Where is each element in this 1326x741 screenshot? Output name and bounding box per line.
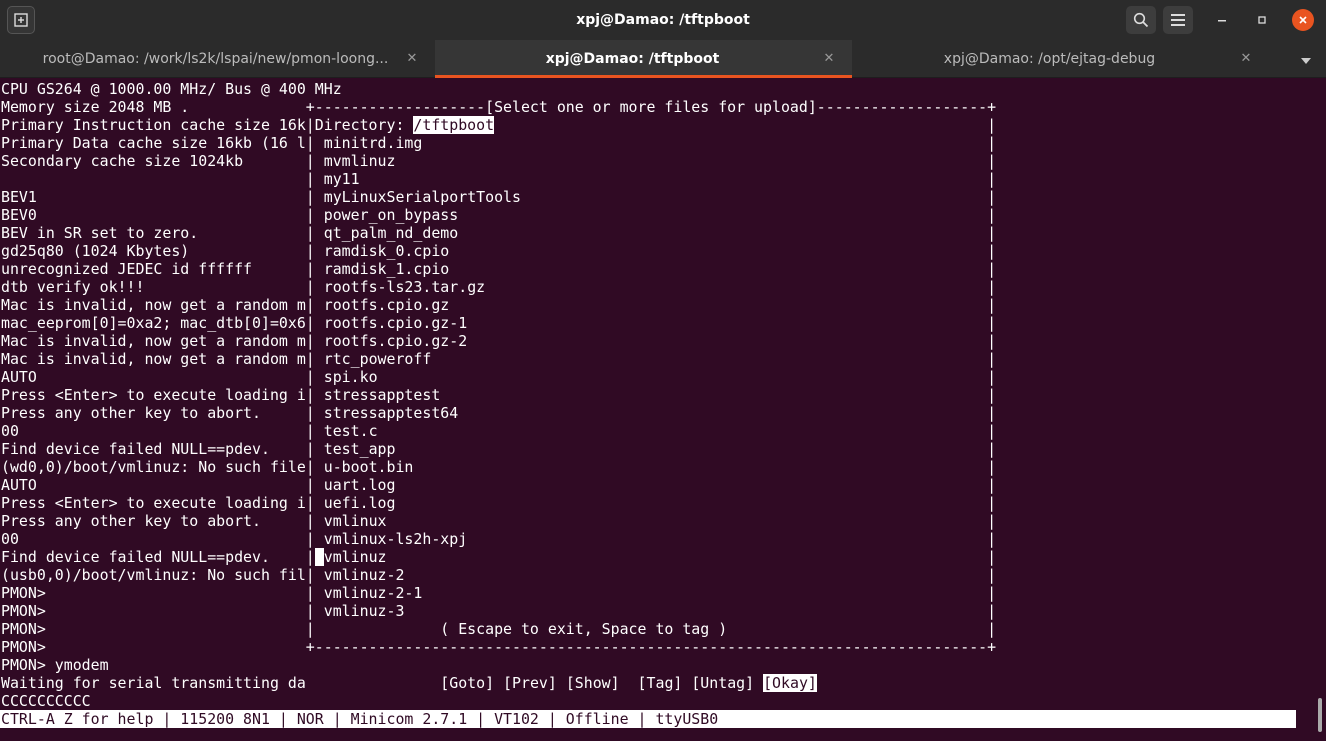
hamburger-menu-icon — [1171, 14, 1185, 26]
terminal-cursor — [314, 548, 324, 566]
terminal-line: PMON> ymodem — [1, 656, 109, 674]
dialog-file-row: Press <Enter> to execute loading i| uefi… — [1, 494, 997, 512]
maximize-button[interactable] — [1250, 8, 1274, 32]
close-icon — [1299, 16, 1307, 24]
dialog-file-row: (usb0,0)/boot/vmlinuz: No such fil| vmli… — [1, 566, 997, 584]
dialog-file-row: Mac is invalid, now get a random m| root… — [1, 296, 997, 314]
tab-label: xpj@Damao: /opt/ejtag-debug — [943, 51, 1156, 67]
scrollbar-thumb[interactable] — [1318, 698, 1322, 732]
file-list-item[interactable]: power_on_bypass — [324, 206, 458, 224]
dialog-file-row: gd25q80 (1024 Kbytes) | ramdisk_0.cpio | — [1, 242, 997, 260]
file-list-item[interactable]: stressapptest64 — [324, 404, 458, 422]
search-icon — [1133, 12, 1149, 28]
terminal-line: CPU GS264 @ 1000.00 MHz/ Bus @ 400 MHz — [1, 80, 342, 98]
title-bar: xpj@Damao: /tftpboot — [0, 0, 1326, 40]
dialog-file-row: unrecognized JEDEC id ffffff | ramdisk_1… — [1, 260, 997, 278]
tab-label: root@Damao: /work/ls2k/lspai/new/pmon-lo… — [42, 51, 389, 67]
dialog-file-row: Primary Data cache size 16kb (16 l| mini… — [1, 134, 997, 152]
terminal-view[interactable]: CPU GS264 @ 1000.00 MHz/ Bus @ 400 MHz Me… — [0, 80, 1310, 741]
minimize-icon — [1218, 20, 1226, 22]
dialog-file-row: AUTO | uart.log | — [1, 476, 997, 494]
file-list-item[interactable]: vmlinuz-2-1 — [324, 584, 423, 602]
file-list-item[interactable]: minitrd.img — [324, 134, 423, 152]
dialog-hint: ( Escape to exit, Space to tag ) — [440, 620, 728, 638]
directory-path-field[interactable]: /tftpboot — [413, 116, 495, 134]
file-list-item[interactable]: ramdisk_0.cpio — [324, 242, 450, 260]
file-list-item[interactable]: vmlinux — [324, 512, 387, 530]
file-list-item[interactable]: vmlinuz-3 — [324, 602, 405, 620]
maximize-icon — [1258, 16, 1266, 24]
dialog-button[interactable]: [Tag] — [638, 674, 683, 692]
file-list-item[interactable]: vmlinuz — [324, 548, 387, 566]
dialog-hint-row: PMON> | ( Escape to exit, Space to tag )… — [1, 620, 997, 638]
file-list-item[interactable]: myLinuxSerialportTools — [324, 188, 521, 206]
file-list-item[interactable]: uart.log — [324, 476, 396, 494]
file-list-item[interactable]: vmlinux-ls2h-xpj — [324, 530, 467, 548]
minimize-button[interactable] — [1210, 8, 1234, 32]
dialog-directory-line: Primary Instruction cache size 16k|Direc… — [1, 116, 997, 134]
dialog-file-row: Find device failed NULL==pdev. | vmlinuz… — [1, 548, 997, 566]
dialog-bottom-border: PMON> +---------------------------------… — [1, 638, 997, 656]
file-list-item[interactable]: rootfs.cpio.gz-2 — [324, 332, 467, 350]
menu-button[interactable] — [1163, 6, 1193, 34]
file-list-item[interactable]: stressapptest — [324, 386, 441, 404]
file-list-item[interactable]: rootfs-ls23.tar.gz — [324, 278, 485, 296]
dialog-file-row: mac_eeprom[0]=0xa2; mac_dtb[0]=0x6| root… — [1, 314, 997, 332]
dialog-file-row: Press <Enter> to execute loading i| stre… — [1, 386, 997, 404]
dialog-file-row: BEV0 | power_on_bypass | — [1, 206, 997, 224]
file-list-item[interactable]: my11 — [324, 170, 360, 188]
dialog-button-row: Waiting for serial transmitting da [Goto… — [1, 674, 817, 692]
dialog-file-row: Mac is invalid, now get a random m| rtc_… — [1, 350, 997, 368]
dialog-file-row: Mac is invalid, now get a random m| root… — [1, 332, 997, 350]
chevron-down-icon — [1301, 58, 1311, 64]
dialog-button[interactable]: [Okay] — [763, 674, 817, 692]
dialog-button[interactable]: [Prev] — [503, 674, 557, 692]
dialog-file-row: | my11 | — [1, 170, 997, 188]
file-list-item[interactable]: ramdisk_1.cpio — [324, 260, 450, 278]
dialog-file-row: 00 | vmlinux-ls2h-xpj | — [1, 530, 997, 548]
file-list-item[interactable]: mvmlinuz — [324, 152, 396, 170]
tab-pmon-loong[interactable]: root@Damao: /work/ls2k/lspai/new/pmon-lo… — [18, 40, 435, 78]
file-list-item[interactable]: rtc_poweroff — [324, 350, 432, 368]
dialog-button[interactable]: [Show] — [566, 674, 620, 692]
dialog-file-row: Press any other key to abort. | vmlinux … — [1, 512, 997, 530]
dialog-top-border: Memory size 2048 MB . +-----------------… — [1, 98, 997, 116]
close-window-button[interactable] — [1292, 9, 1314, 31]
tab-close-icon[interactable]: ✕ — [820, 50, 838, 68]
tab-tftpboot[interactable]: xpj@Damao: /tftpboot ✕ — [435, 40, 852, 78]
file-list-item[interactable]: u-boot.bin — [324, 458, 414, 476]
tab-label: xpj@Damao: /tftpboot — [545, 51, 720, 67]
dialog-file-row: dtb verify ok!!! | rootfs-ls23.tar.gz | — [1, 278, 997, 296]
tab-bar: root@Damao: /work/ls2k/lspai/new/pmon-lo… — [0, 40, 1326, 78]
file-list-item[interactable]: uefi.log — [324, 494, 396, 512]
minicom-status-bar: CTRL-A Z for help | 115200 8N1 | NOR | M… — [0, 710, 1296, 728]
file-list-item[interactable]: rootfs.cpio.gz-1 — [324, 314, 467, 332]
tab-close-icon[interactable]: ✕ — [403, 50, 421, 68]
file-list-item[interactable]: test_app — [324, 440, 396, 458]
search-button[interactable] — [1126, 6, 1156, 34]
dialog-file-row: 00 | test.c | — [1, 422, 997, 440]
file-list-item[interactable]: vmlinuz-2 — [324, 566, 405, 584]
terminal-line: CCCCCCCCCC — [1, 692, 91, 710]
dialog-file-row: PMON> | vmlinuz-3 | — [1, 602, 997, 620]
file-list-item[interactable]: spi.ko — [324, 368, 378, 386]
dialog-button[interactable]: [Goto] — [440, 674, 494, 692]
dialog-file-row: BEV1 | myLinuxSerialportTools | — [1, 188, 997, 206]
dialog-file-row: Find device failed NULL==pdev. | test_ap… — [1, 440, 997, 458]
tab-list-button[interactable] — [1296, 50, 1316, 68]
file-list-item[interactable]: rootfs.cpio.gz — [324, 296, 450, 314]
dialog-file-row: BEV in SR set to zero. | qt_palm_nd_demo… — [1, 224, 997, 242]
dialog-file-row: PMON> | vmlinuz-2-1 | — [1, 584, 997, 602]
dialog-button[interactable]: [Untag] — [691, 674, 754, 692]
dialog-file-row: (wd0,0)/boot/vmlinuz: No such file| u-bo… — [1, 458, 997, 476]
dialog-file-row: Secondary cache size 1024kb | mvmlinuz | — [1, 152, 997, 170]
tab-ejtag-debug[interactable]: xpj@Damao: /opt/ejtag-debug ✕ — [852, 40, 1269, 78]
dialog-file-row: Press any other key to abort. | stressap… — [1, 404, 997, 422]
dialog-file-row: AUTO | spi.ko | — [1, 368, 997, 386]
file-list-item[interactable]: qt_palm_nd_demo — [324, 224, 458, 242]
tab-close-icon[interactable]: ✕ — [1237, 50, 1255, 68]
file-list-item[interactable]: test.c — [324, 422, 378, 440]
